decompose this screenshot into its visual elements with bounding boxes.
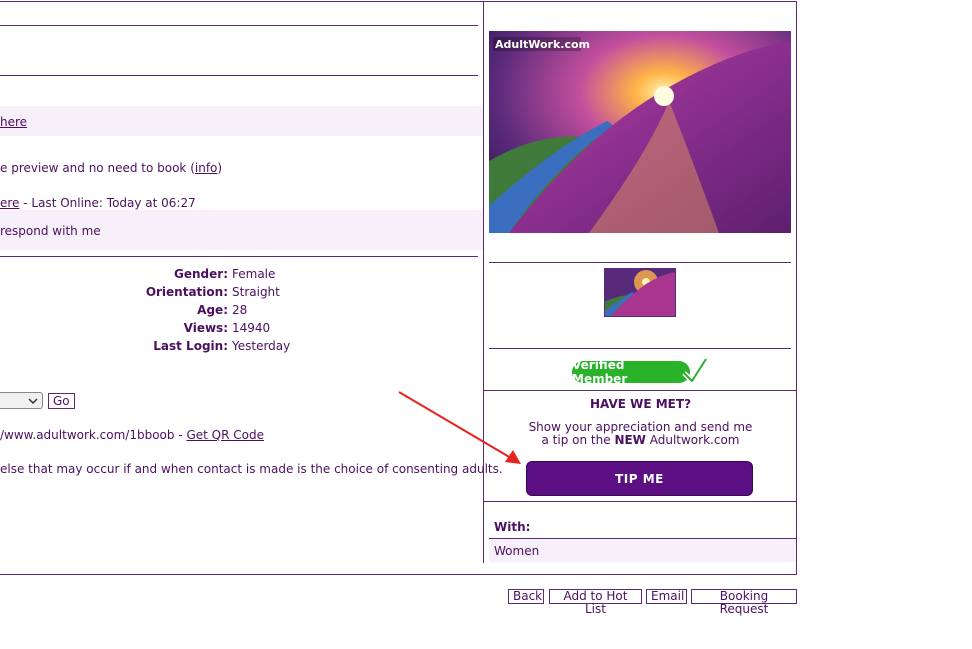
profile-thumbnail[interactable] <box>604 268 676 317</box>
views-label: Views: <box>183 321 228 335</box>
checkmark-icon <box>682 357 708 384</box>
with-value: Women <box>494 544 540 558</box>
orientation-label: Orientation: <box>145 285 228 299</box>
qr-code-link[interactable]: Get QR Code <box>186 428 264 442</box>
profile-image[interactable]: AdultWork.com <box>489 31 791 233</box>
column-divider <box>483 1 484 563</box>
add-to-hot-list-button[interactable]: Add to Hot List <box>549 589 642 616</box>
right-divider-3 <box>484 390 797 391</box>
last-login-label: Last Login: <box>153 339 228 353</box>
right-border <box>796 1 797 575</box>
tip-line-2-pre: a tip on the <box>541 433 615 447</box>
tip-line-1: Show your appreciation and send me <box>528 420 753 434</box>
email-button[interactable]: Email <box>646 589 687 604</box>
tip-line-2: a tip on the NEW Adultwork.com <box>484 433 797 447</box>
verified-member-badge: Verified Member <box>572 358 690 386</box>
left-divider-1 <box>0 25 478 26</box>
here-link-2[interactable]: ere <box>0 196 19 210</box>
preview-text: e preview and no need to book ( <box>0 161 195 175</box>
tip-line-2-post: Adultwork.com <box>645 433 740 447</box>
last-login-value: Yesterday <box>232 339 291 353</box>
left-divider-3 <box>0 256 478 257</box>
left-divider-2 <box>0 75 478 76</box>
right-divider-4 <box>484 501 797 502</box>
annotation-arrow <box>398 391 521 464</box>
option-select[interactable] <box>0 392 43 409</box>
right-divider-2 <box>489 348 791 349</box>
back-button[interactable]: Back <box>508 589 544 604</box>
profile-url-line: /www.adultwork.com/1bboob - Get QR Code <box>0 428 264 442</box>
preview-line: e preview and no need to book (info) <box>0 161 222 175</box>
booking-request-button[interactable]: Booking Request <box>691 589 797 616</box>
tip-me-button[interactable]: TIP ME <box>526 461 753 496</box>
age-value: 28 <box>232 303 248 317</box>
bottom-border <box>0 574 797 575</box>
preview-close: ) <box>217 161 223 175</box>
gender-label: Gender: <box>174 267 228 281</box>
select-chevron-icon <box>28 398 38 405</box>
watermark-text: AdultWork.com <box>495 38 590 51</box>
here-row-band <box>0 106 483 136</box>
here-link[interactable]: here <box>0 115 27 129</box>
profile-url: /www.adultwork.com/1bboob - <box>0 428 187 442</box>
gender-value: Female <box>232 267 276 281</box>
have-we-met-heading: HAVE WE MET? <box>589 397 692 411</box>
info-link[interactable]: info <box>195 161 218 175</box>
orientation-value: Straight <box>232 285 280 299</box>
respond-text: respond with me <box>0 224 101 238</box>
with-label: With: <box>494 520 531 534</box>
views-value: 14940 <box>232 321 271 335</box>
top-border <box>0 1 797 2</box>
right-divider-1 <box>489 262 791 263</box>
age-label: Age: <box>197 303 228 317</box>
last-online-line: ere - Last Online: Today at 06:27 <box>0 196 196 210</box>
tip-me-label: TIP ME <box>615 471 664 486</box>
last-online-text: - Last Online: Today at 06:27 <box>19 196 196 210</box>
go-button[interactable]: Go <box>48 393 75 409</box>
verified-member-label: Verified Member <box>572 358 628 386</box>
tip-line-2-new: NEW <box>614 433 646 447</box>
